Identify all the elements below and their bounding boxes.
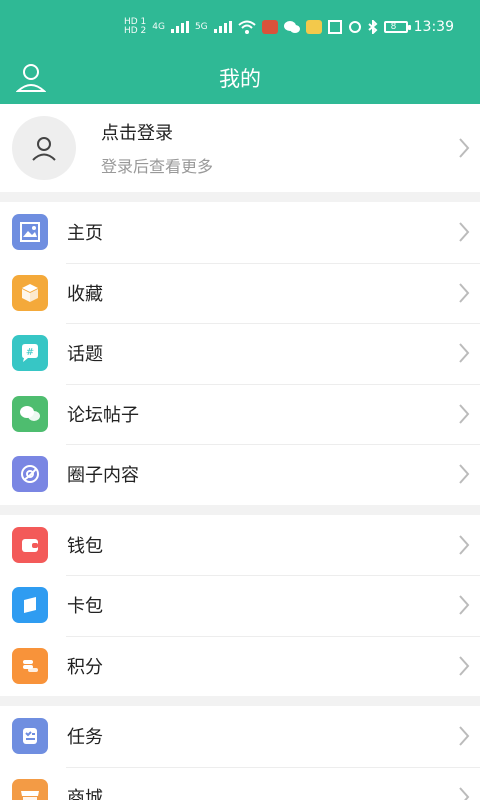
user-avatar-icon bbox=[32, 137, 56, 161]
chevron-right-icon bbox=[459, 726, 470, 746]
signal-icon-2 bbox=[213, 21, 232, 33]
divider bbox=[66, 383, 480, 385]
page-title: 我的 bbox=[219, 67, 261, 91]
login-subtitle: 登录后查看更多 bbox=[101, 157, 214, 176]
divider bbox=[66, 323, 480, 324]
chevron-right-icon bbox=[459, 535, 470, 555]
status-bar: HD 1 HD 2 4G 5G 8 13:39 bbox=[0, 0, 480, 52]
menu-label: 卡包 bbox=[67, 596, 103, 618]
divider bbox=[66, 635, 480, 637]
menu-item-tasks[interactable]: 任务 bbox=[0, 706, 480, 767]
menu-label: 钱包 bbox=[67, 535, 103, 557]
clock: 13:39 bbox=[413, 19, 454, 35]
chevron-right-icon bbox=[459, 283, 470, 303]
menu-label: 论坛帖子 bbox=[67, 404, 139, 426]
signal-icon bbox=[170, 21, 189, 33]
wechat-icon bbox=[283, 21, 300, 33]
menu-item-shop[interactable]: 商城 bbox=[0, 766, 480, 800]
network-4g-label: 4G bbox=[152, 21, 165, 32]
menu-label: 积分 bbox=[67, 656, 103, 678]
section-gap bbox=[0, 504, 480, 515]
chevron-right-icon bbox=[459, 404, 470, 424]
menu-label: 商城 bbox=[67, 787, 103, 800]
circle-icon bbox=[12, 456, 48, 493]
alarm-icon bbox=[348, 21, 361, 33]
sim-indicator: HD 1 HD 2 bbox=[123, 17, 147, 36]
shop-icon bbox=[12, 778, 48, 800]
task-icon bbox=[12, 718, 48, 755]
menu-item-wallet[interactable]: 钱包 bbox=[0, 515, 480, 576]
chevron-right-icon bbox=[459, 787, 470, 800]
login-card[interactable]: 点击登录 登录后查看更多 bbox=[0, 104, 480, 192]
menu-item-points[interactable]: 积分 bbox=[0, 635, 480, 697]
menu-item-card-wallet[interactable]: 卡包 bbox=[0, 575, 480, 636]
nfc-icon bbox=[327, 20, 342, 34]
menu-item-homepage[interactable]: 主页 bbox=[0, 202, 480, 263]
menu-label: 收藏 bbox=[67, 283, 103, 305]
divider bbox=[66, 766, 480, 768]
app-badge-yellow bbox=[305, 20, 322, 34]
network-5g-label: 5G bbox=[194, 21, 208, 32]
chevron-right-icon bbox=[459, 464, 470, 484]
menu-label: 话题 bbox=[67, 344, 103, 366]
divider bbox=[66, 444, 480, 445]
divider bbox=[66, 575, 480, 576]
menu-group-tasks: 任务 商城 bbox=[0, 706, 480, 800]
chevron-right-icon bbox=[459, 343, 470, 363]
box-icon bbox=[12, 274, 48, 311]
chat-icon bbox=[12, 395, 48, 432]
menu-label: 主页 bbox=[67, 223, 103, 245]
chevron-right-icon bbox=[459, 222, 470, 242]
menu-group-content: 主页 收藏 # 话题 论坛帖子 圈子内容 bbox=[0, 202, 480, 505]
app-header: 我的 bbox=[0, 52, 480, 104]
bluetooth-icon bbox=[367, 20, 378, 34]
menu-item-forum-posts[interactable]: 论坛帖子 bbox=[0, 383, 480, 445]
card-icon bbox=[12, 587, 48, 624]
status-icons: HD 1 HD 2 4G 5G 8 13:39 bbox=[124, 18, 454, 36]
app-badge-red bbox=[261, 20, 278, 34]
avatar bbox=[12, 116, 76, 180]
section-gap bbox=[0, 192, 480, 202]
image-icon bbox=[12, 214, 48, 251]
menu-item-topics[interactable]: # 话题 bbox=[0, 323, 480, 384]
battery-icon: 8 bbox=[383, 21, 411, 33]
wifi-icon bbox=[237, 20, 256, 34]
menu-label: 圈子内容 bbox=[67, 465, 139, 487]
wallet-icon bbox=[12, 526, 48, 563]
chevron-right-icon bbox=[459, 138, 470, 158]
menu-item-favorites[interactable]: 收藏 bbox=[0, 262, 480, 324]
hashtag-icon: # bbox=[12, 335, 48, 372]
chevron-right-icon bbox=[459, 656, 470, 676]
login-title: 点击登录 bbox=[101, 123, 173, 144]
svg-text:#: # bbox=[26, 347, 34, 358]
divider bbox=[66, 262, 480, 264]
menu-item-circle-content[interactable]: 圈子内容 bbox=[0, 444, 480, 505]
section-gap bbox=[0, 696, 480, 706]
menu-group-finance: 钱包 卡包 积分 bbox=[0, 514, 480, 697]
coins-icon bbox=[12, 647, 48, 684]
menu-label: 任务 bbox=[67, 727, 103, 749]
chevron-right-icon bbox=[459, 595, 470, 615]
user-icon[interactable] bbox=[16, 62, 46, 92]
